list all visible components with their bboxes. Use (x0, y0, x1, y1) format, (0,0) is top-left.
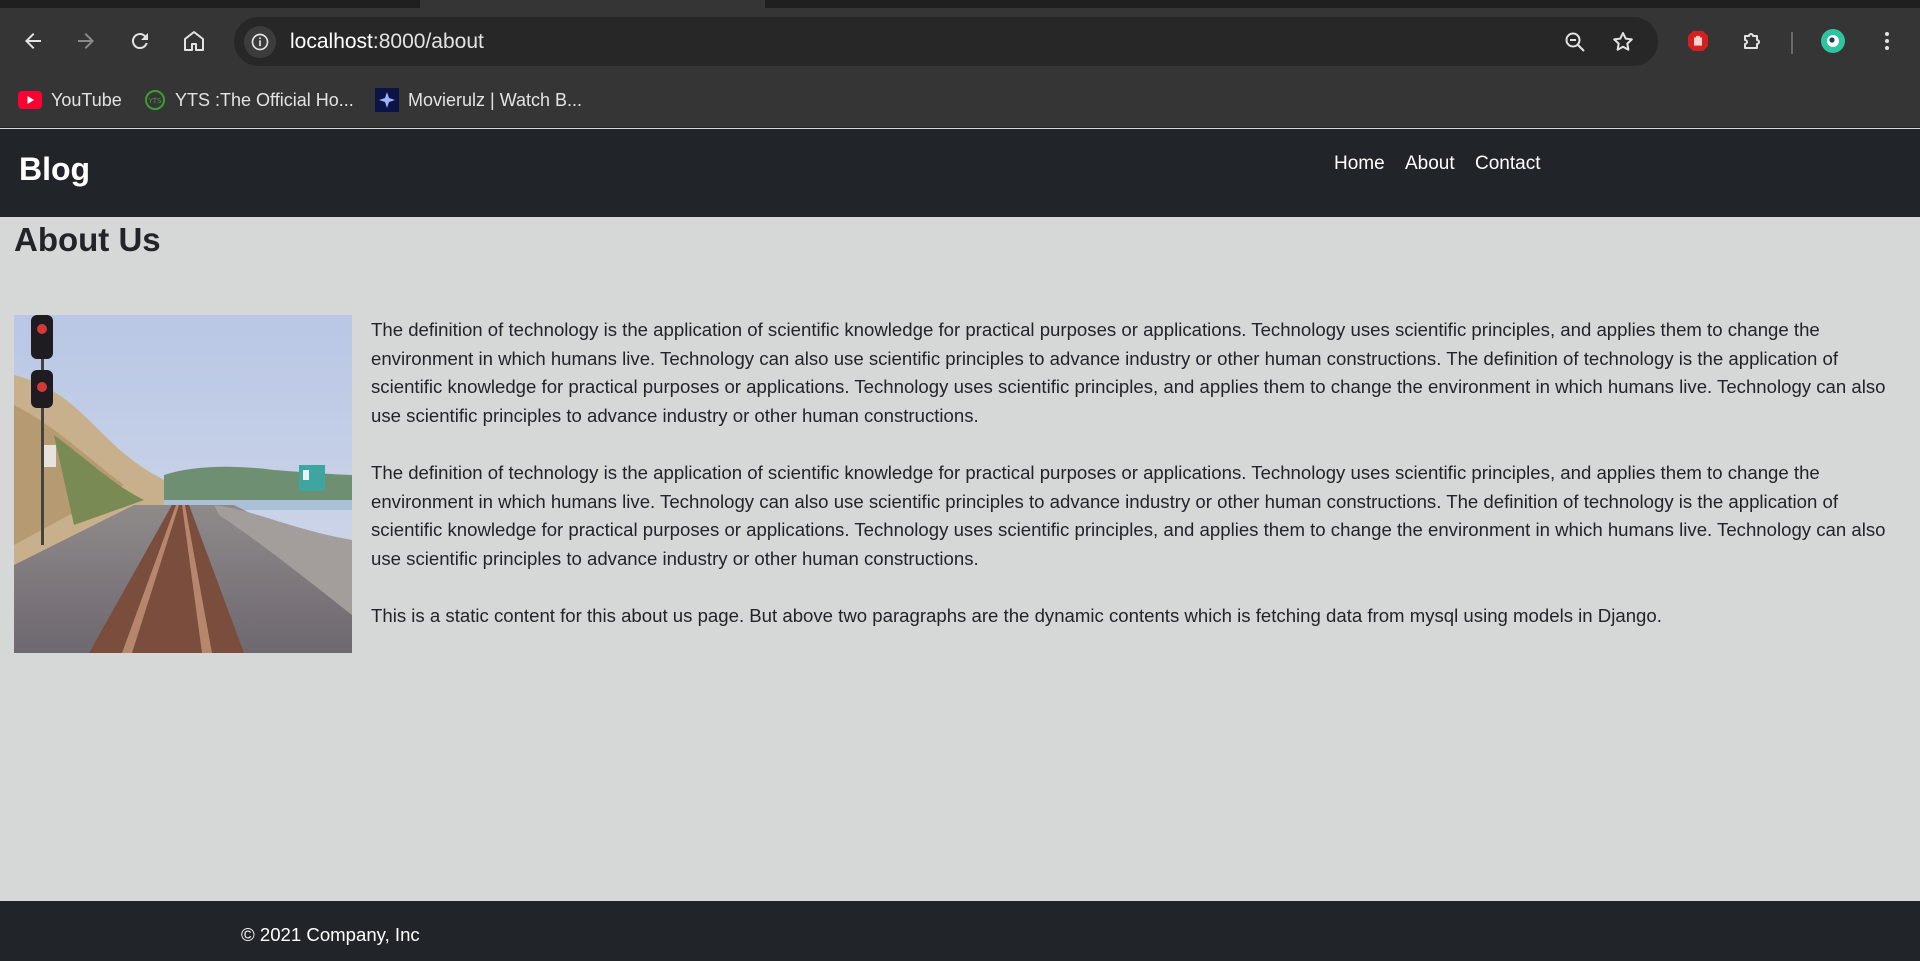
yts-icon: YTS (145, 90, 165, 110)
copyright-text: © 2021 Company, Inc (241, 924, 420, 945)
movierulz-icon (375, 88, 399, 112)
browser-toolbar: localhost:8000/about (0, 8, 1920, 74)
bookmark-youtube[interactable]: YouTube (18, 86, 122, 114)
youtube-icon (18, 91, 42, 109)
site-info-icon[interactable] (244, 26, 276, 58)
arrow-right-icon (78, 33, 94, 49)
bookmarks-bar: YouTube YTS YTS :The Official Ho... Movi… (0, 74, 1920, 128)
profile-button[interactable] (1817, 25, 1849, 57)
main-content: About Us The definition of technology is… (0, 217, 1920, 901)
forward-button[interactable] (70, 25, 102, 57)
toolbar-divider (1791, 32, 1793, 54)
arrow-left-icon (25, 33, 41, 49)
bookmark-star-icon[interactable] (1610, 29, 1636, 55)
extensions-button[interactable] (1736, 25, 1768, 57)
site-footer: © 2021 Company, Inc (0, 901, 1920, 961)
url-path: :8000/about (372, 30, 484, 53)
paragraph-static: This is a static content for this about … (371, 604, 1662, 626)
nav-link-about[interactable]: About (1405, 153, 1455, 175)
bookmark-movierulz[interactable]: Movierulz | Watch B... (375, 86, 582, 114)
url-host: localhost (290, 30, 373, 53)
brand-logo[interactable]: Blog (19, 151, 90, 188)
more-vertical-icon (1885, 32, 1889, 50)
browser-menu-button[interactable] (1871, 25, 1903, 57)
bookmark-label: YTS :The Official Ho... (175, 89, 354, 110)
zoom-icon[interactable] (1562, 29, 1588, 55)
nav-link-contact[interactable]: Contact (1475, 153, 1540, 175)
svg-text:YTS: YTS (148, 97, 163, 105)
puzzle-icon (1744, 33, 1760, 49)
back-button[interactable] (17, 25, 49, 57)
active-tab[interactable] (420, 0, 765, 8)
adblock-extension-button[interactable] (1682, 25, 1714, 57)
reload-icon (131, 33, 148, 50)
about-image (14, 315, 352, 653)
bookmark-label: YouTube (51, 89, 122, 110)
reload-button[interactable] (124, 25, 156, 57)
site-navbar: Blog Home About Contact (0, 129, 1920, 217)
url-text[interactable]: localhost:8000/about (290, 30, 484, 54)
tab-strip (0, 0, 1920, 8)
page-title: About Us (14, 221, 161, 258)
address-bar[interactable]: localhost:8000/about (234, 17, 1658, 66)
avatar (1821, 29, 1845, 53)
nav-link-home[interactable]: Home (1334, 153, 1385, 175)
bookmark-label: Movierulz | Watch B... (408, 89, 583, 110)
about-text: The definition of technology is the appl… (371, 316, 1886, 659)
adblock-hand-icon (1688, 31, 1708, 51)
paragraph-dynamic-1: The definition of technology is the appl… (371, 319, 1886, 426)
paragraph-dynamic-2: The definition of technology is the appl… (371, 461, 1886, 569)
bookmark-yts[interactable]: YTS YTS :The Official Ho... (144, 86, 354, 114)
home-icon (184, 31, 204, 51)
home-button[interactable] (178, 25, 210, 57)
